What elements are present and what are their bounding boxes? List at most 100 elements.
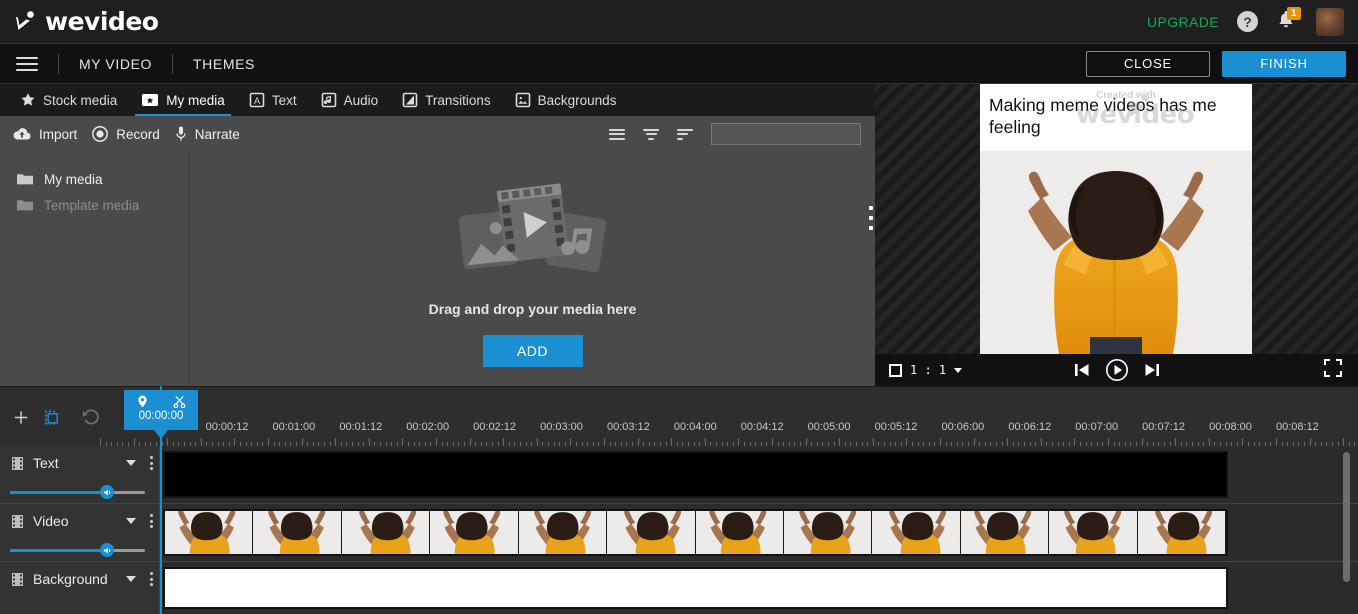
- folder-icon: [16, 198, 34, 212]
- media-tabs: Stock media My media A Text Audio: [0, 84, 875, 116]
- video-clip[interactable]: [163, 509, 1228, 556]
- add-media-button[interactable]: ADD: [483, 335, 583, 367]
- volume-slider[interactable]: [10, 486, 145, 498]
- ruler-label: 00:02:00: [406, 421, 449, 433]
- hamburger-menu-icon[interactable]: [16, 53, 38, 75]
- menu-item-my-video[interactable]: MY VIDEO: [79, 56, 152, 72]
- volume-knob[interactable]: [100, 543, 114, 557]
- chevron-down-icon[interactable]: [126, 576, 136, 582]
- plus-icon[interactable]: [14, 409, 28, 426]
- duplicate-selection-icon[interactable]: [44, 408, 60, 427]
- track-label: Text: [33, 455, 118, 471]
- dropzone-message: Drag and drop your media here: [429, 301, 637, 317]
- track-label: Video: [33, 513, 118, 529]
- scissors-icon[interactable]: [173, 395, 186, 408]
- tab-label: Transitions: [425, 93, 491, 108]
- ruler-labels: 00:00:1200:01:0000:01:1200:02:0000:02:12…: [100, 421, 1358, 437]
- track-header[interactable]: Video: [0, 504, 160, 561]
- film-track-icon: [10, 572, 25, 587]
- upgrade-button[interactable]: UPGRADE: [1147, 14, 1219, 30]
- tab-label: Stock media: [43, 93, 117, 108]
- search-input[interactable]: [712, 127, 879, 141]
- menu-item-themes[interactable]: THEMES: [193, 56, 255, 72]
- track-body[interactable]: [160, 446, 1358, 503]
- chevron-down-icon[interactable]: [126, 460, 136, 466]
- track-body[interactable]: [160, 504, 1358, 561]
- track-menu-button[interactable]: [144, 569, 159, 589]
- playhead-time: 00:00:00: [124, 410, 198, 422]
- search-box[interactable]: [711, 123, 861, 145]
- transport-controls: [875, 358, 1358, 382]
- help-icon[interactable]: ?: [1237, 11, 1258, 32]
- film-track-icon: [10, 456, 25, 471]
- narrate-button[interactable]: Narrate: [174, 125, 240, 143]
- record-button[interactable]: Record: [91, 125, 160, 143]
- import-label: Import: [39, 127, 77, 142]
- track-label: Background: [33, 571, 118, 587]
- location-marker-icon[interactable]: [137, 395, 148, 408]
- avatar[interactable]: [1316, 8, 1344, 36]
- track-header[interactable]: Text: [0, 446, 160, 503]
- volume-slider[interactable]: [10, 544, 145, 556]
- filmstrip-frame: [607, 511, 695, 554]
- timeline-tracks: Text: [0, 446, 1358, 614]
- finish-button[interactable]: FINISH: [1222, 51, 1346, 77]
- timeline-tools: [0, 387, 100, 447]
- undo-icon[interactable]: [82, 407, 100, 427]
- sort-icon[interactable]: [643, 126, 659, 142]
- wevideo-logo[interactable]: wevideo: [14, 7, 158, 36]
- folder-my-media[interactable]: My media: [0, 166, 189, 192]
- text-clip[interactable]: [163, 451, 1228, 498]
- ruler-label: 00:06:12: [1008, 421, 1051, 433]
- timeline-toolbar: 00:00:1200:01:0000:01:1200:02:0000:02:12…: [0, 386, 1358, 446]
- media-dropzone[interactable]: Drag and drop your media here ADD: [190, 152, 875, 386]
- filter-icon[interactable]: [677, 126, 693, 142]
- timeline-ruler[interactable]: 00:00:1200:01:0000:01:1200:02:0000:02:12…: [100, 387, 1358, 447]
- tab-text[interactable]: A Text: [237, 84, 309, 116]
- top-bar: wevideo UPGRADE ? 1: [0, 0, 1358, 44]
- tab-backgrounds[interactable]: Backgrounds: [503, 84, 629, 116]
- folder-icon: [16, 172, 34, 186]
- track-menu-button[interactable]: [144, 511, 159, 531]
- tab-stock-media[interactable]: Stock media: [8, 84, 129, 116]
- track-body[interactable]: [160, 562, 1358, 614]
- filmstrip-frame: [784, 511, 872, 554]
- play-circle-icon[interactable]: [1105, 358, 1129, 382]
- notifications-button[interactable]: 1: [1276, 10, 1298, 34]
- volume-knob[interactable]: [100, 485, 114, 499]
- background-clip[interactable]: [163, 567, 1228, 609]
- import-button[interactable]: Import: [12, 126, 77, 142]
- tab-my-media[interactable]: My media: [129, 84, 237, 116]
- top-bar-actions: UPGRADE ? 1: [1147, 8, 1344, 36]
- player-controls: 1 : 1: [875, 354, 1358, 386]
- track-header[interactable]: Background: [0, 562, 160, 614]
- menu-bar-actions: CLOSE FINISH: [1086, 51, 1346, 77]
- close-button[interactable]: CLOSE: [1086, 51, 1210, 77]
- tab-audio[interactable]: Audio: [309, 84, 391, 116]
- tab-label: My media: [166, 93, 225, 108]
- tab-label: Backgrounds: [538, 93, 617, 108]
- folder-template-media[interactable]: Template media: [0, 192, 189, 218]
- tab-transitions[interactable]: Transitions: [390, 84, 503, 116]
- preview-stage[interactable]: Making meme videos has me feeling: [980, 84, 1252, 354]
- filmstrip-frame: [1049, 511, 1137, 554]
- backgrounds-image-icon: [515, 92, 531, 108]
- ruler-label: 00:04:00: [674, 421, 717, 433]
- filmstrip-frame: [342, 511, 430, 554]
- ruler-label: 00:06:00: [941, 421, 984, 433]
- narrate-label: Narrate: [195, 127, 240, 142]
- skip-next-icon[interactable]: [1143, 362, 1161, 378]
- playhead-badge[interactable]: 00:00:00: [124, 390, 198, 430]
- panel-resize-handle[interactable]: [866, 206, 876, 230]
- track-menu-button[interactable]: [144, 453, 159, 473]
- chevron-down-icon[interactable]: [126, 518, 136, 524]
- filmstrip-frame: [519, 511, 607, 554]
- skip-previous-icon[interactable]: [1073, 362, 1091, 378]
- list-view-icon[interactable]: [609, 126, 625, 142]
- text-icon: A: [249, 92, 265, 108]
- filmstrip-frame: [430, 511, 518, 554]
- playhead-tip: [154, 430, 168, 439]
- video-filmstrip: [165, 511, 1226, 554]
- timeline-vertical-scrollbar[interactable]: [1343, 452, 1350, 582]
- filmstrip-frame: [872, 511, 960, 554]
